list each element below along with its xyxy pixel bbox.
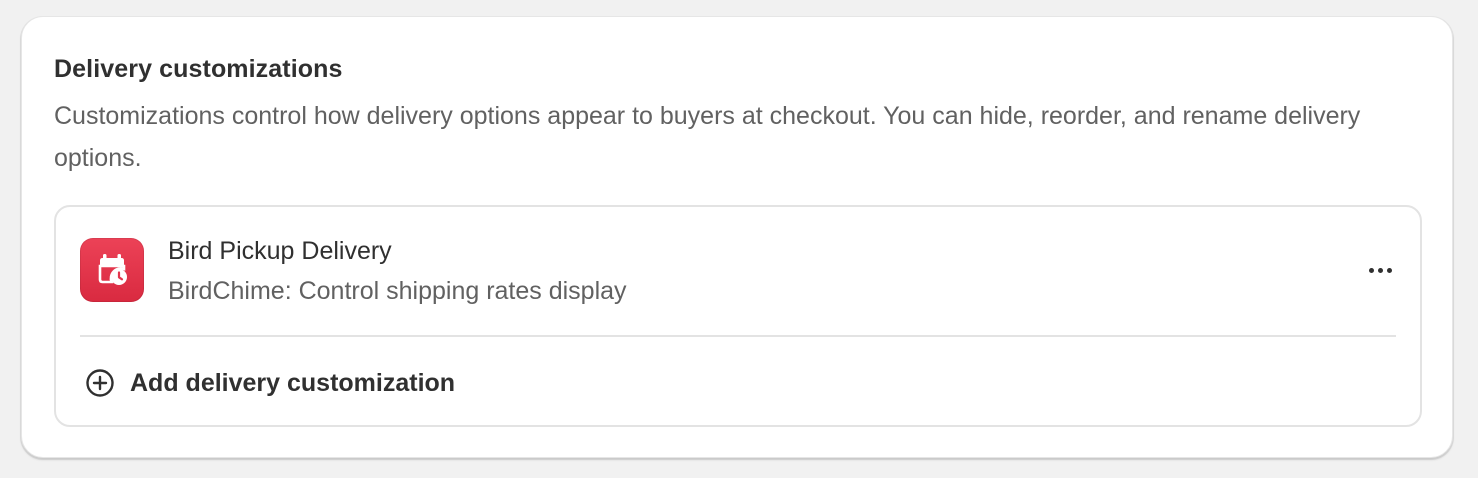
calendar-clock-icon: [80, 238, 144, 302]
customization-name[interactable]: Bird Pickup Delivery: [168, 237, 392, 266]
card-title: Delivery customizations: [54, 55, 343, 83]
delivery-customizations-card: Delivery customizations Customizations c…: [21, 16, 1453, 458]
more-horizontal-icon: [1368, 267, 1374, 273]
add-delivery-customization-button[interactable]: Add delivery customization: [84, 367, 455, 399]
customization-subtitle: BirdChime: Control shipping rates displa…: [168, 277, 627, 305]
more-dot: [1377, 267, 1383, 273]
plus-circle-icon: [86, 369, 114, 397]
add-delivery-customization-label: Add delivery customization: [130, 368, 456, 397]
divider: [80, 335, 1396, 337]
more-actions-button[interactable]: [1360, 253, 1400, 287]
customizations-list: Bird Pickup Delivery BirdChime: Control …: [54, 205, 1422, 427]
card-description: Customizations control how delivery opti…: [54, 102, 1361, 172]
calendar-clock-glyph: [98, 254, 127, 285]
more-dot: [1386, 267, 1392, 273]
